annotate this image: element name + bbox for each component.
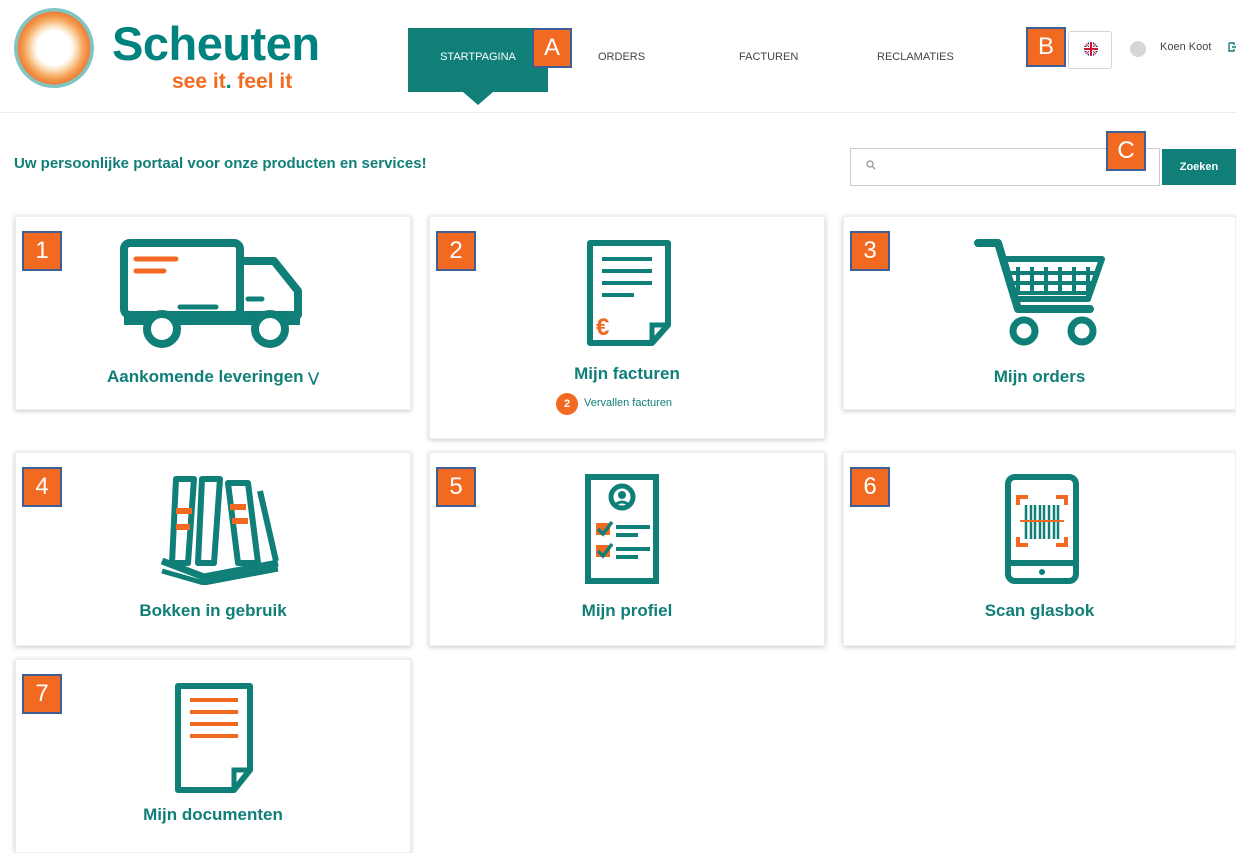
avatar[interactable] [1130, 41, 1146, 57]
logo-circle [14, 8, 94, 88]
tile-deliveries[interactable]: Aankomende leveringen ⋁ [15, 216, 411, 410]
invoice-icon: € [587, 240, 671, 346]
annotation-marker-2: 2 [436, 231, 476, 271]
nav-active-arrow [463, 92, 493, 105]
nav-reclamaties[interactable]: RECLAMATIES [877, 34, 954, 80]
tile-invoices[interactable]: € Mijn facturen 2 Vervallen facturen [429, 216, 825, 439]
tagline-part1: see it [172, 70, 226, 93]
tile-label: Aankomende leveringen ⋁ [16, 367, 410, 387]
user-name[interactable]: Koen Koot [1160, 41, 1211, 53]
tile-profile[interactable]: Mijn profiel [429, 452, 825, 646]
annotation-marker-5: 5 [436, 467, 476, 507]
tile-scan[interactable]: Scan glasbok [843, 452, 1236, 646]
annotation-marker-a: A [532, 28, 572, 68]
logo-tagline: see it. feel it [172, 70, 292, 94]
nav-facturen[interactable]: FACTUREN [739, 34, 798, 80]
tile-label-text: Aankomende leveringen [107, 367, 304, 386]
truck-icon [120, 239, 302, 348]
annotation-marker-4: 4 [22, 467, 62, 507]
annotation-marker-b: B [1026, 27, 1066, 67]
nav-startpagina[interactable]: STARTPAGINA [408, 28, 548, 92]
tile-label: Scan glasbok [984, 601, 1095, 620]
tile-label: Mijn profiel [581, 601, 673, 620]
tile-racks[interactable]: Bokken in gebruik [15, 452, 411, 646]
nav-orders[interactable]: ORDERS [598, 34, 645, 80]
search-button[interactable]: Zoeken [1162, 149, 1236, 185]
annotation-marker-1: 1 [22, 231, 62, 271]
tagline-part2: feel it [231, 70, 293, 93]
annotation-marker-7: 7 [22, 674, 62, 714]
tile-label: Mijn facturen [574, 364, 680, 383]
page-tagline: Uw persoonlijke portaal voor onze produc… [14, 155, 427, 172]
chevron-double-down-icon[interactable]: ⋁ [308, 370, 319, 385]
header-divider [0, 112, 1236, 113]
tile-orders[interactable]: Mijn orders [843, 216, 1236, 410]
uk-flag-icon [1084, 42, 1098, 56]
cart-icon [974, 239, 1105, 346]
search-icon [866, 160, 876, 170]
annotation-marker-3: 3 [850, 231, 890, 271]
tile-label: Mijn documenten [143, 805, 283, 824]
glass-rack-icon [160, 476, 279, 585]
annotation-marker-6: 6 [850, 467, 890, 507]
document-icon [175, 683, 253, 793]
tile-label: Bokken in gebruik [139, 601, 287, 620]
overdue-count-badge: 2 [556, 393, 578, 415]
tile-label: Mijn orders [993, 367, 1086, 386]
annotation-marker-c: C [1106, 131, 1146, 171]
profile-icon [585, 474, 659, 584]
logout-icon[interactable] [1228, 42, 1236, 52]
tile-documents[interactable]: Mijn documenten [15, 659, 411, 853]
overdue-label: Vervallen facturen [584, 397, 673, 409]
svg-text:€: € [596, 314, 609, 341]
barcode-scan-icon [1005, 474, 1079, 584]
logo-text: Scheuten [112, 17, 320, 70]
overdue-invoices-link[interactable]: 2 Vervallen facturen [556, 393, 716, 415]
